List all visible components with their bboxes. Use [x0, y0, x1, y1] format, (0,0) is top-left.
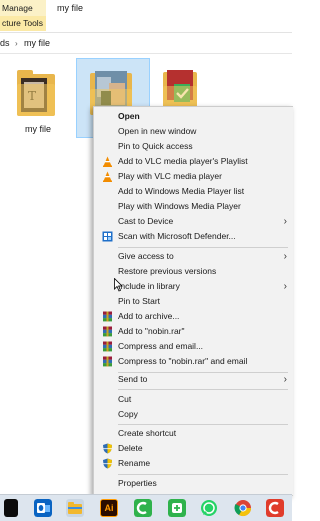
menu-item-label: Compress and email... [118, 341, 204, 351]
submenu-arrow-icon: › [283, 281, 287, 292]
breadcrumb-separator-icon[interactable]: › [15, 36, 18, 51]
menu-item-add-nobin-rar[interactable]: Add to "nobin.rar" [94, 324, 293, 339]
context-menu: Open Open in new window Pin to Quick acc… [93, 106, 293, 496]
menu-item-properties[interactable]: Properties [94, 476, 293, 491]
file-label: my file [25, 124, 52, 134]
menu-item-copy[interactable]: Copy [94, 407, 293, 422]
menu-separator [118, 474, 288, 475]
taskbar: Ai [0, 494, 292, 521]
vlc-icon [103, 156, 112, 167]
chrome-icon[interactable] [234, 499, 252, 517]
submenu-arrow-icon: › [283, 374, 287, 385]
menu-separator [118, 389, 288, 390]
menu-item-pin-start[interactable]: Pin to Start [94, 294, 293, 309]
outlook-icon[interactable] [34, 499, 52, 517]
menu-item-add-vlc-playlist[interactable]: Add to VLC media player's Playlist [94, 154, 293, 169]
folder-icon: T [17, 70, 55, 116]
vlc-icon [103, 171, 112, 182]
menu-item-label: Scan with Microsoft Defender... [118, 231, 236, 241]
winrar-icon [103, 326, 112, 337]
whatsapp-icon[interactable] [200, 499, 218, 517]
menu-item-label: Add to Windows Media Player list [118, 186, 245, 196]
menu-item-cast-to-device[interactable]: Cast to Device › [94, 214, 293, 229]
menu-item-label: Delete [118, 443, 143, 453]
submenu-arrow-icon: › [283, 251, 287, 262]
menu-item-label: Properties [118, 478, 157, 488]
address-bar[interactable]: ds › my file [0, 36, 292, 51]
menu-item-rename[interactable]: Rename [94, 456, 293, 471]
menu-item-label: Add to VLC media player's Playlist [118, 156, 248, 166]
manage-tab[interactable]: Manage [0, 0, 46, 17]
menu-item-label: Include in library [118, 281, 180, 291]
menu-item-label: Create shortcut [118, 428, 177, 438]
menu-item-delete[interactable]: Delete [94, 441, 293, 456]
menu-item-restore-versions[interactable]: Restore previous versions [94, 264, 293, 279]
menu-item-open[interactable]: Open [94, 109, 293, 124]
menu-item-label: Add to archive... [118, 311, 180, 321]
menu-item-label: Send to [118, 374, 148, 384]
menu-item-label: Play with Windows Media Player [118, 201, 241, 211]
menu-item-label: Compress to "nobin.rar" and email [118, 356, 248, 366]
menu-item-label: Open [118, 111, 140, 121]
camtasia-icon[interactable] [134, 499, 152, 517]
ribbon-divider [0, 32, 292, 33]
menu-item-open-new-window[interactable]: Open in new window [94, 124, 293, 139]
menu-item-label: Play with VLC media player [118, 171, 222, 181]
menu-item-label: Cut [118, 394, 132, 404]
menu-item-label: Pin to Start [118, 296, 161, 306]
mouse-cursor-icon [114, 278, 123, 292]
window-title: my file [57, 3, 84, 13]
menu-item-label: Restore previous versions [118, 266, 217, 276]
menu-separator [118, 424, 288, 425]
menu-separator [118, 247, 288, 248]
menu-item-send-to[interactable]: Send to › [94, 372, 293, 387]
shield-icon [103, 458, 112, 469]
menu-item-compress-email[interactable]: Compress and email... [94, 339, 293, 354]
menu-item-play-vlc[interactable]: Play with VLC media player [94, 169, 293, 184]
address-divider [0, 53, 292, 54]
camtasia-recorder-icon[interactable] [168, 499, 186, 517]
defender-icon [102, 231, 113, 242]
ribbon: Manage my file cture Tools [0, 0, 292, 33]
menu-item-add-wmp-list[interactable]: Add to Windows Media Player list [94, 184, 293, 199]
camtasia-red-icon[interactable] [266, 499, 284, 517]
menu-item-compress-nobin-email[interactable]: Compress to "nobin.rar" and email [94, 354, 293, 369]
menu-item-create-shortcut[interactable]: Create shortcut [94, 426, 293, 441]
menu-item-cut[interactable]: Cut [94, 392, 293, 407]
menu-item-label: Copy [118, 409, 138, 419]
menu-item-add-archive[interactable]: Add to archive... [94, 309, 293, 324]
menu-item-label: Add to "nobin.rar" [118, 326, 185, 336]
menu-item-label: Cast to Device [118, 216, 174, 226]
file-item-my-file[interactable]: T my file [10, 60, 62, 140]
breadcrumb-current[interactable]: my file [24, 36, 50, 51]
menu-item-label: Pin to Quick access [118, 141, 193, 151]
shield-icon [103, 443, 112, 454]
picture-tools-tab[interactable]: cture Tools [0, 16, 46, 31]
illustrator-icon[interactable]: Ai [100, 499, 118, 517]
file-explorer-icon[interactable] [66, 499, 84, 517]
winrar-icon [103, 356, 112, 367]
winrar-icon [103, 311, 112, 322]
menu-item-pin-quick-access[interactable]: Pin to Quick access [94, 139, 293, 154]
menu-item-label: Give access to [118, 251, 174, 261]
menu-item-label: Open in new window [118, 126, 197, 136]
menu-item-scan-defender[interactable]: Scan with Microsoft Defender... [94, 229, 293, 244]
breadcrumb-parent[interactable]: ds [0, 36, 10, 51]
winrar-icon [103, 341, 112, 352]
start-partial-icon[interactable] [4, 499, 18, 517]
menu-item-give-access[interactable]: Give access to › [94, 249, 293, 264]
submenu-arrow-icon: › [283, 216, 287, 227]
menu-item-play-wmp[interactable]: Play with Windows Media Player [94, 199, 293, 214]
menu-item-label: Rename [118, 458, 151, 468]
